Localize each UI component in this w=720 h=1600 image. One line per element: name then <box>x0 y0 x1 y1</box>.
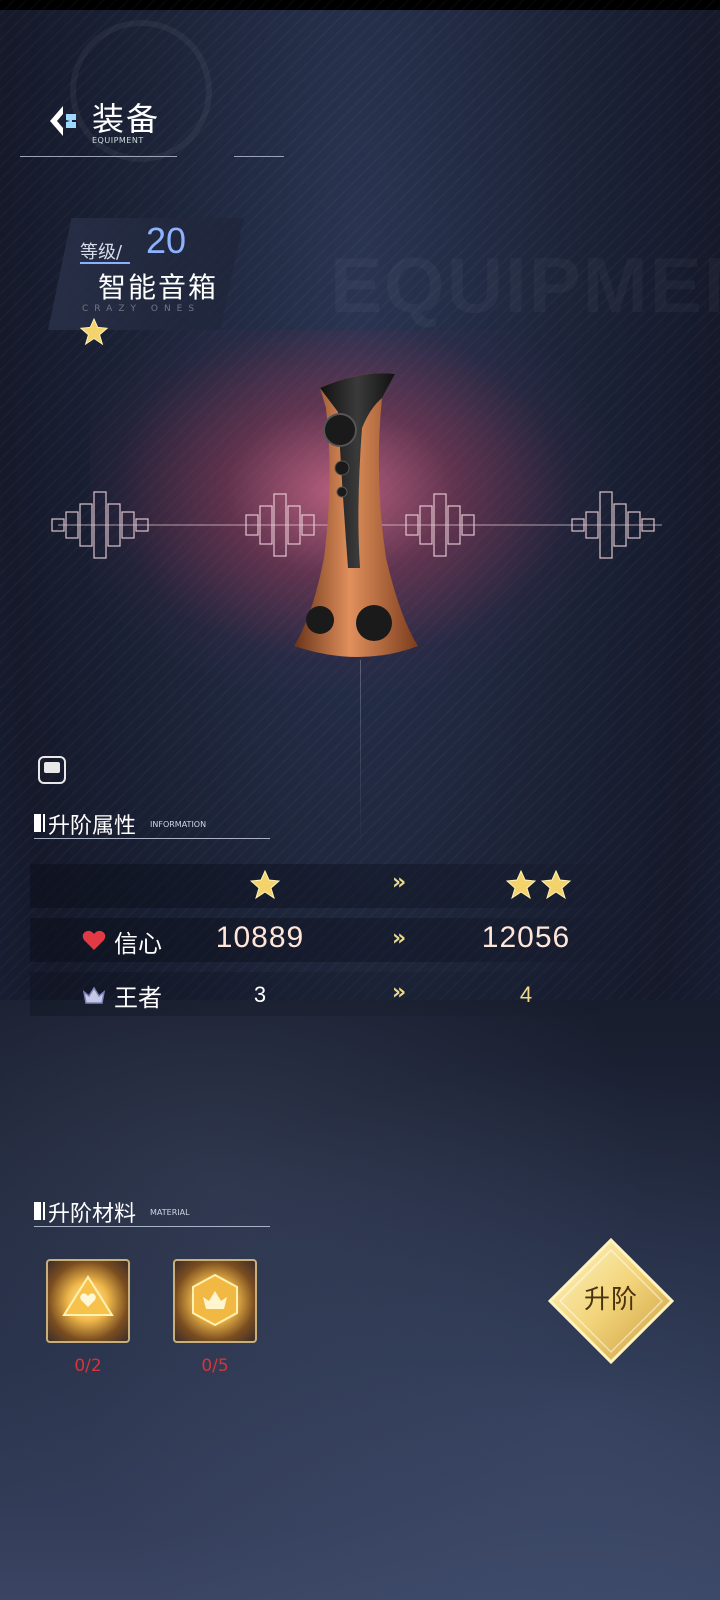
page-title: 装备 <box>92 100 161 138</box>
section-title: 升阶材料 <box>48 1202 137 1227</box>
level-value: 20 <box>146 220 187 261</box>
stars-row: » <box>30 864 630 908</box>
section-subtitle: MATERIAL <box>150 1208 190 1217</box>
star-icon <box>250 870 280 900</box>
section-divider <box>34 1226 270 1227</box>
attribute-next-value: 12056 <box>481 921 571 954</box>
section-title: 升阶属性 <box>48 814 137 839</box>
heart-icon <box>82 930 106 950</box>
section-subtitle: INFORMATION <box>150 820 207 829</box>
material-count: 0/5 <box>201 1356 229 1376</box>
crown-icon <box>82 986 106 1004</box>
star-icon <box>506 870 536 900</box>
item-name: 智能音箱 <box>98 271 219 304</box>
hero-divider <box>360 660 361 850</box>
section-divider <box>34 838 270 839</box>
attribute-current-value: 3 <box>253 982 267 1007</box>
section-marker <box>34 1202 45 1220</box>
page-subtitle: EQUIPMENT <box>92 136 144 145</box>
background-watermark: EQUIPMENT <box>330 240 720 331</box>
current-stars <box>250 870 280 904</box>
upgrade-button-label[interactable]: 升阶 <box>548 1279 674 1316</box>
status-bar <box>0 0 720 10</box>
attribute-name: 信心 <box>114 930 162 958</box>
tablet-icon[interactable] <box>38 756 66 784</box>
attribute-name: 王者 <box>114 984 162 1012</box>
header-divider-short <box>234 156 284 157</box>
attribute-row: 信心 10889 » 12056 <box>30 918 630 962</box>
heart-gem-icon <box>62 1275 114 1316</box>
level-underline <box>80 262 130 264</box>
arrow-icon: » <box>392 980 407 1005</box>
arrow-icon: » <box>392 870 407 895</box>
level-label: 等级/ <box>80 242 123 263</box>
attribute-current-value: 10889 <box>215 921 305 954</box>
smart-speaker-image <box>294 373 418 657</box>
arrow-icon: » <box>392 926 407 951</box>
material-count: 0/2 <box>74 1356 102 1376</box>
crown-gem-icon <box>192 1273 238 1327</box>
section-marker <box>34 814 45 832</box>
star-icon <box>541 870 572 900</box>
material-slot-crown-gem[interactable] <box>173 1259 257 1343</box>
material-slot-heart-gem[interactable] <box>46 1259 130 1343</box>
item-name-sub: CRAZY ONES <box>82 304 201 314</box>
back-arrow-icon[interactable] <box>48 104 78 138</box>
next-stars <box>506 870 572 904</box>
header-divider <box>20 156 177 157</box>
attribute-next-value: 4 <box>519 982 533 1007</box>
attribute-row: 王者 3 » 4 <box>30 972 630 1016</box>
